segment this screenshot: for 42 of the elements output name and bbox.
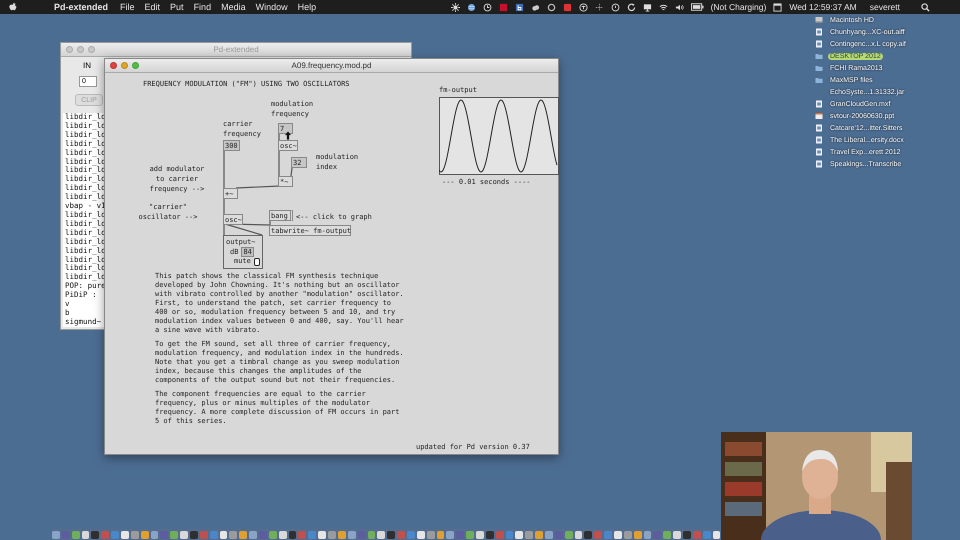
dots-icon[interactable] bbox=[594, 2, 604, 12]
globe-icon[interactable] bbox=[466, 2, 476, 12]
window-title: A09.frequency.mod.pd bbox=[292, 61, 372, 70]
window-title: Pd-extended bbox=[213, 45, 259, 54]
zoom-button[interactable] bbox=[88, 46, 95, 53]
circle-icon[interactable] bbox=[546, 2, 556, 12]
clock-icon[interactable] bbox=[482, 2, 492, 12]
menu-item[interactable]: File bbox=[120, 2, 135, 12]
search-icon[interactable] bbox=[921, 2, 930, 12]
sync-icon[interactable] bbox=[626, 2, 636, 12]
mute-toggle[interactable] bbox=[254, 258, 260, 266]
sun-icon[interactable] bbox=[450, 2, 460, 12]
zoom-button[interactable] bbox=[132, 62, 139, 69]
wifi-icon[interactable] bbox=[658, 2, 668, 12]
square-icon[interactable] bbox=[514, 2, 524, 12]
user-name[interactable]: severett bbox=[870, 2, 900, 12]
menu-item[interactable]: Help bbox=[298, 2, 316, 12]
history-icon[interactable] bbox=[610, 2, 620, 12]
in-label: IN bbox=[83, 61, 91, 70]
menu-item[interactable]: Window bbox=[256, 2, 288, 12]
cursor-icon bbox=[285, 131, 291, 140]
document-icon[interactable] bbox=[815, 100, 823, 108]
close-button[interactable] bbox=[110, 62, 117, 69]
patch-cord bbox=[236, 185, 280, 189]
cloud-icon[interactable] bbox=[530, 2, 540, 12]
app-menu[interactable]: Pd-extended bbox=[54, 2, 108, 12]
display-icon[interactable] bbox=[642, 2, 652, 12]
menu-item[interactable]: Media bbox=[221, 2, 246, 12]
drive-icon[interactable] bbox=[815, 16, 823, 24]
menu-item[interactable]: Find bbox=[194, 2, 212, 12]
minimize-button[interactable] bbox=[77, 46, 84, 53]
minimize-button[interactable] bbox=[121, 62, 128, 69]
battery-icon[interactable] bbox=[690, 3, 704, 11]
menu-clock[interactable]: Wed 12:59:37 AM bbox=[789, 2, 857, 12]
volume-icon[interactable] bbox=[674, 2, 684, 12]
slides-icon[interactable] bbox=[815, 112, 823, 120]
menu-item[interactable]: Put bbox=[170, 2, 184, 12]
apple-logo-icon[interactable] bbox=[8, 2, 18, 12]
patch-cord bbox=[290, 168, 293, 176]
battery-status[interactable]: (Not Charging) bbox=[710, 2, 766, 12]
calendar-icon[interactable] bbox=[773, 2, 782, 12]
menu-item[interactable]: Edit bbox=[144, 2, 160, 12]
